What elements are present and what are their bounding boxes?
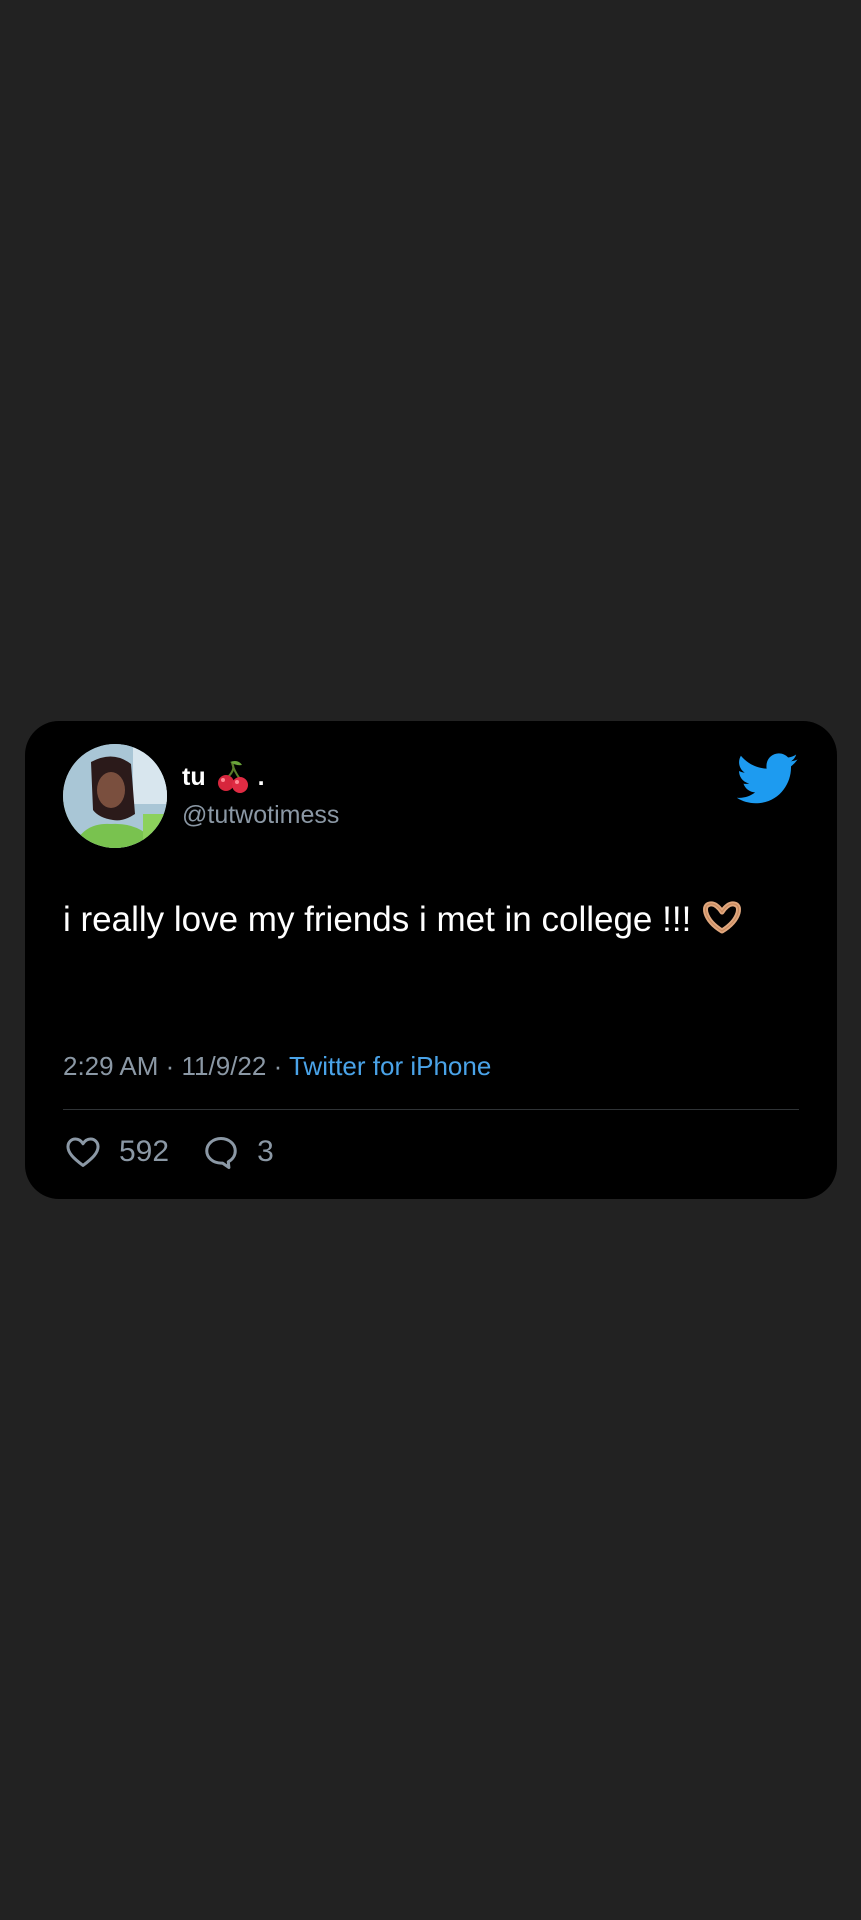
tweet-card[interactable]: tu . @tutwotimess i really love my frien… bbox=[25, 721, 837, 1199]
username[interactable]: @tutwotimess bbox=[182, 801, 339, 830]
meta-separator: · bbox=[266, 1051, 289, 1081]
avatar-image bbox=[63, 744, 167, 848]
like-button[interactable]: 592 bbox=[63, 1133, 169, 1171]
display-name-suffix: . bbox=[257, 762, 265, 791]
tweet-stats: 592 3 bbox=[63, 1133, 274, 1171]
twitter-bird-icon bbox=[737, 753, 798, 804]
tweet-text-body: i really love my friends i met in colleg… bbox=[63, 900, 692, 939]
divider bbox=[63, 1109, 799, 1110]
reply-button[interactable]: 3 bbox=[201, 1133, 274, 1171]
meta-separator: · bbox=[158, 1051, 182, 1081]
tweet-time: 2:29 AM bbox=[63, 1051, 159, 1081]
avatar[interactable] bbox=[63, 744, 167, 848]
reply-count: 3 bbox=[257, 1135, 274, 1168]
display-name-text: tu bbox=[182, 762, 206, 791]
cherries-emoji-icon bbox=[217, 761, 248, 793]
reply-bubble-icon bbox=[205, 1137, 237, 1170]
tweet-source-link[interactable]: Twitter for iPhone bbox=[289, 1051, 491, 1081]
tweet-meta: 2:29 AM · 11/9/22 · Twitter for iPhone bbox=[63, 1051, 491, 1082]
heart-outline-icon bbox=[66, 1137, 100, 1167]
heart-hands-emoji-icon bbox=[703, 901, 742, 934]
tweet-date[interactable]: 11/9/22 bbox=[182, 1051, 267, 1081]
like-count: 592 bbox=[119, 1135, 170, 1168]
tweet-text: i really love my friends i met in colleg… bbox=[63, 891, 803, 949]
display-name[interactable]: tu . bbox=[182, 759, 265, 795]
